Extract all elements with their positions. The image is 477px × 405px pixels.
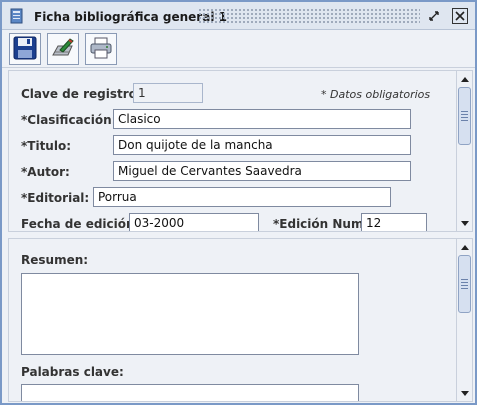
- titulo-field[interactable]: Don quijote de la mancha: [113, 135, 411, 155]
- edicion-label: *Edición Num:: [273, 217, 369, 231]
- edit-icon: [50, 36, 76, 63]
- autor-field[interactable]: Miguel de Cervantes Saavedra: [113, 161, 411, 181]
- close-icon[interactable]: [452, 8, 468, 24]
- document-icon: [10, 8, 24, 24]
- palabras-label: Palabras clave:: [21, 365, 124, 379]
- title-grip: [198, 8, 420, 24]
- resumen-textarea[interactable]: [21, 273, 359, 355]
- scroll-down-icon[interactable]: [458, 386, 471, 400]
- title-bar[interactable]: Ficha bibliográfica general 1: [2, 2, 475, 30]
- internal-frame: Ficha bibliográfica general 1 Clave de r…: [0, 0, 477, 405]
- clasificacion-label: *Clasificación:: [21, 113, 117, 127]
- print-button[interactable]: [85, 33, 117, 65]
- clasificacion-field[interactable]: Clasico: [113, 109, 411, 129]
- editorial-label: *Editorial:: [21, 191, 90, 205]
- print-icon: [89, 36, 113, 63]
- clave-label: Clave de registro:: [21, 87, 142, 101]
- details-panel: Resumen: Palabras clave:: [8, 238, 473, 402]
- required-note: * Datos obligatorios: [321, 88, 431, 101]
- clave-field: 1: [133, 83, 203, 103]
- scroll-down-icon[interactable]: [458, 216, 471, 230]
- save-icon: [13, 36, 37, 63]
- save-button[interactable]: [9, 33, 41, 65]
- record-scrollbar[interactable]: [456, 71, 472, 231]
- editorial-field[interactable]: Porrua: [93, 187, 391, 207]
- autor-label: *Autor:: [21, 165, 70, 179]
- titulo-label: *Titulo:: [21, 139, 72, 153]
- scroll-up-icon[interactable]: [458, 72, 471, 86]
- edicion-field[interactable]: 12: [361, 213, 427, 231]
- palabras-textarea[interactable]: [21, 384, 359, 401]
- fecha-label: Fecha de edición:: [21, 217, 140, 231]
- scroll-thumb[interactable]: [458, 87, 471, 145]
- edit-button[interactable]: [47, 33, 79, 65]
- restore-icon[interactable]: [426, 8, 442, 24]
- record-panel: Clave de registro: 1 * Datos obligatorio…: [8, 70, 473, 232]
- resumen-label: Resumen:: [21, 253, 89, 267]
- toolbar: [2, 30, 475, 68]
- scroll-thumb[interactable]: [458, 255, 471, 313]
- scroll-up-icon[interactable]: [458, 240, 471, 254]
- fecha-field[interactable]: 03-2000: [129, 213, 259, 231]
- details-scrollbar[interactable]: [456, 239, 472, 401]
